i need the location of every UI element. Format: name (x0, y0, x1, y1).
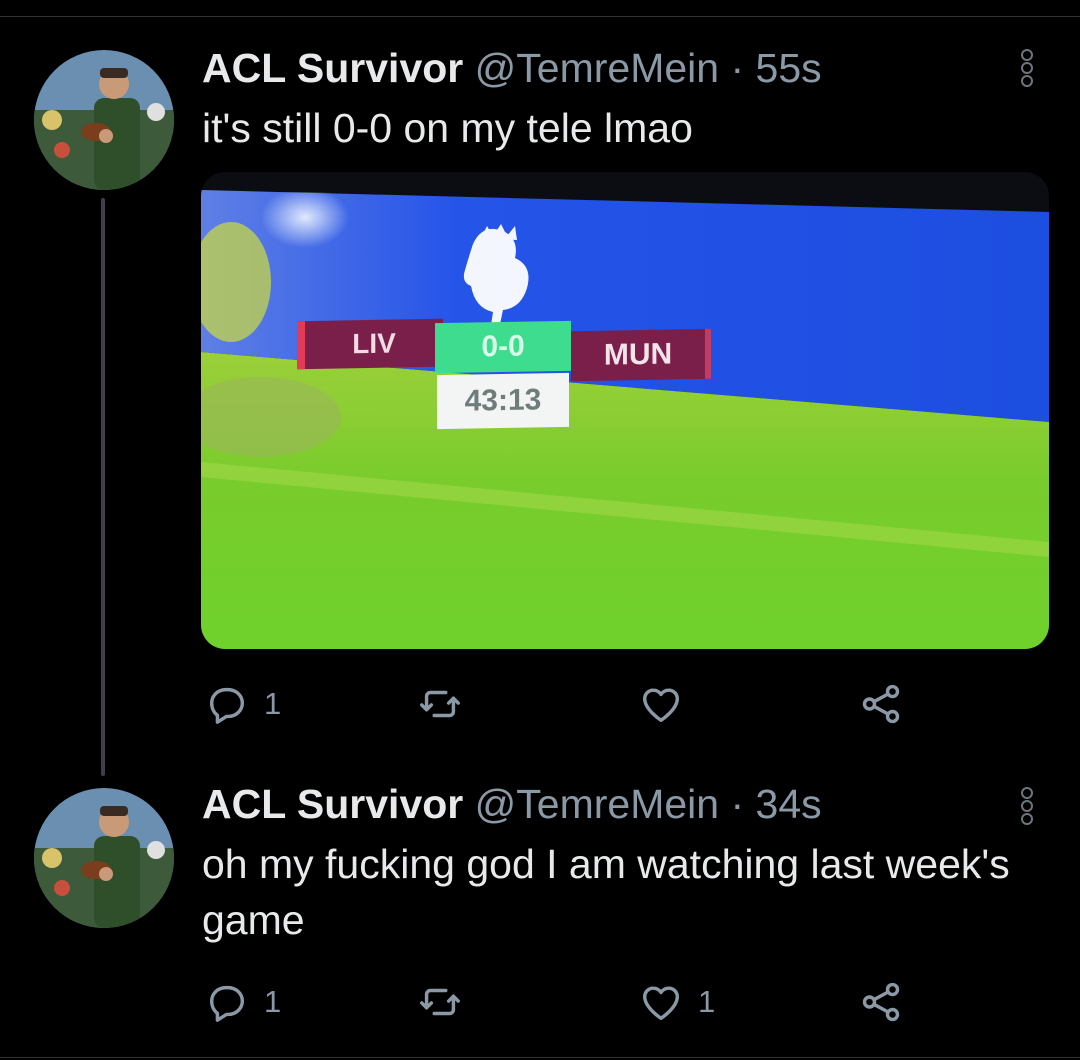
reply-button[interactable]: 1 (204, 978, 281, 1026)
share-button[interactable] (858, 978, 904, 1026)
avatar[interactable] (34, 788, 174, 928)
more-icon (1014, 49, 1040, 87)
more-icon (1014, 787, 1040, 825)
divider-bottom (0, 1057, 1080, 1058)
avatar-photo (34, 788, 174, 928)
timestamp[interactable]: 55s (756, 45, 822, 91)
share-button[interactable] (858, 680, 904, 728)
reply-icon (209, 985, 245, 1022)
like-count: 1 (698, 984, 716, 1019)
reply-button[interactable]: 1 (204, 680, 281, 728)
thread-connector (101, 198, 105, 776)
timestamp[interactable]: 34s (756, 781, 822, 827)
share-icon (862, 684, 900, 724)
retweet-button[interactable] (416, 680, 478, 728)
user-handle[interactable]: @TemreMein (475, 45, 719, 91)
like-icon (642, 688, 680, 723)
divider-top (0, 16, 1080, 17)
away-team-label: MUN (571, 328, 711, 382)
tweet-text: oh my fucking god I am watching last wee… (202, 841, 1010, 943)
reply-count: 1 (264, 984, 282, 1019)
home-team-label: LIV (297, 318, 443, 370)
like-icon (642, 986, 680, 1021)
like-button[interactable]: 1 (638, 978, 715, 1026)
tv-photo (201, 172, 1049, 649)
avatar[interactable] (34, 50, 174, 190)
tweet-media[interactable]: LIV 0-0 MUN 43:13 (201, 172, 1049, 649)
retweet-icon (420, 988, 460, 1016)
display-name[interactable]: ACL Survivor (202, 781, 463, 827)
avatar-photo (34, 50, 174, 190)
reply-icon (209, 687, 245, 724)
reply-count: 1 (264, 686, 282, 721)
tweet-header: ACL Survivor @TemreMein · 55s (202, 44, 822, 92)
tweet-text: it's still 0-0 on my tele lmao (202, 105, 693, 151)
tweet-actions: 1 (200, 680, 920, 728)
share-icon (862, 982, 900, 1022)
retweet-button[interactable] (416, 978, 478, 1026)
separator-dot: · (730, 781, 745, 827)
tweet-header: ACL Survivor @TemreMein · 34s (202, 780, 822, 828)
like-button[interactable] (638, 680, 698, 728)
tweet-actions: 1 1 (200, 978, 920, 1026)
more-options-button[interactable] (1014, 48, 1040, 94)
match-clock: 43:13 (437, 372, 569, 430)
score-label: 0-0 (435, 320, 571, 374)
separator-dot: · (730, 45, 745, 91)
display-name[interactable]: ACL Survivor (202, 45, 463, 91)
user-handle[interactable]: @TemreMein (475, 781, 719, 827)
more-options-button[interactable] (1014, 786, 1040, 832)
retweet-icon (420, 690, 460, 718)
